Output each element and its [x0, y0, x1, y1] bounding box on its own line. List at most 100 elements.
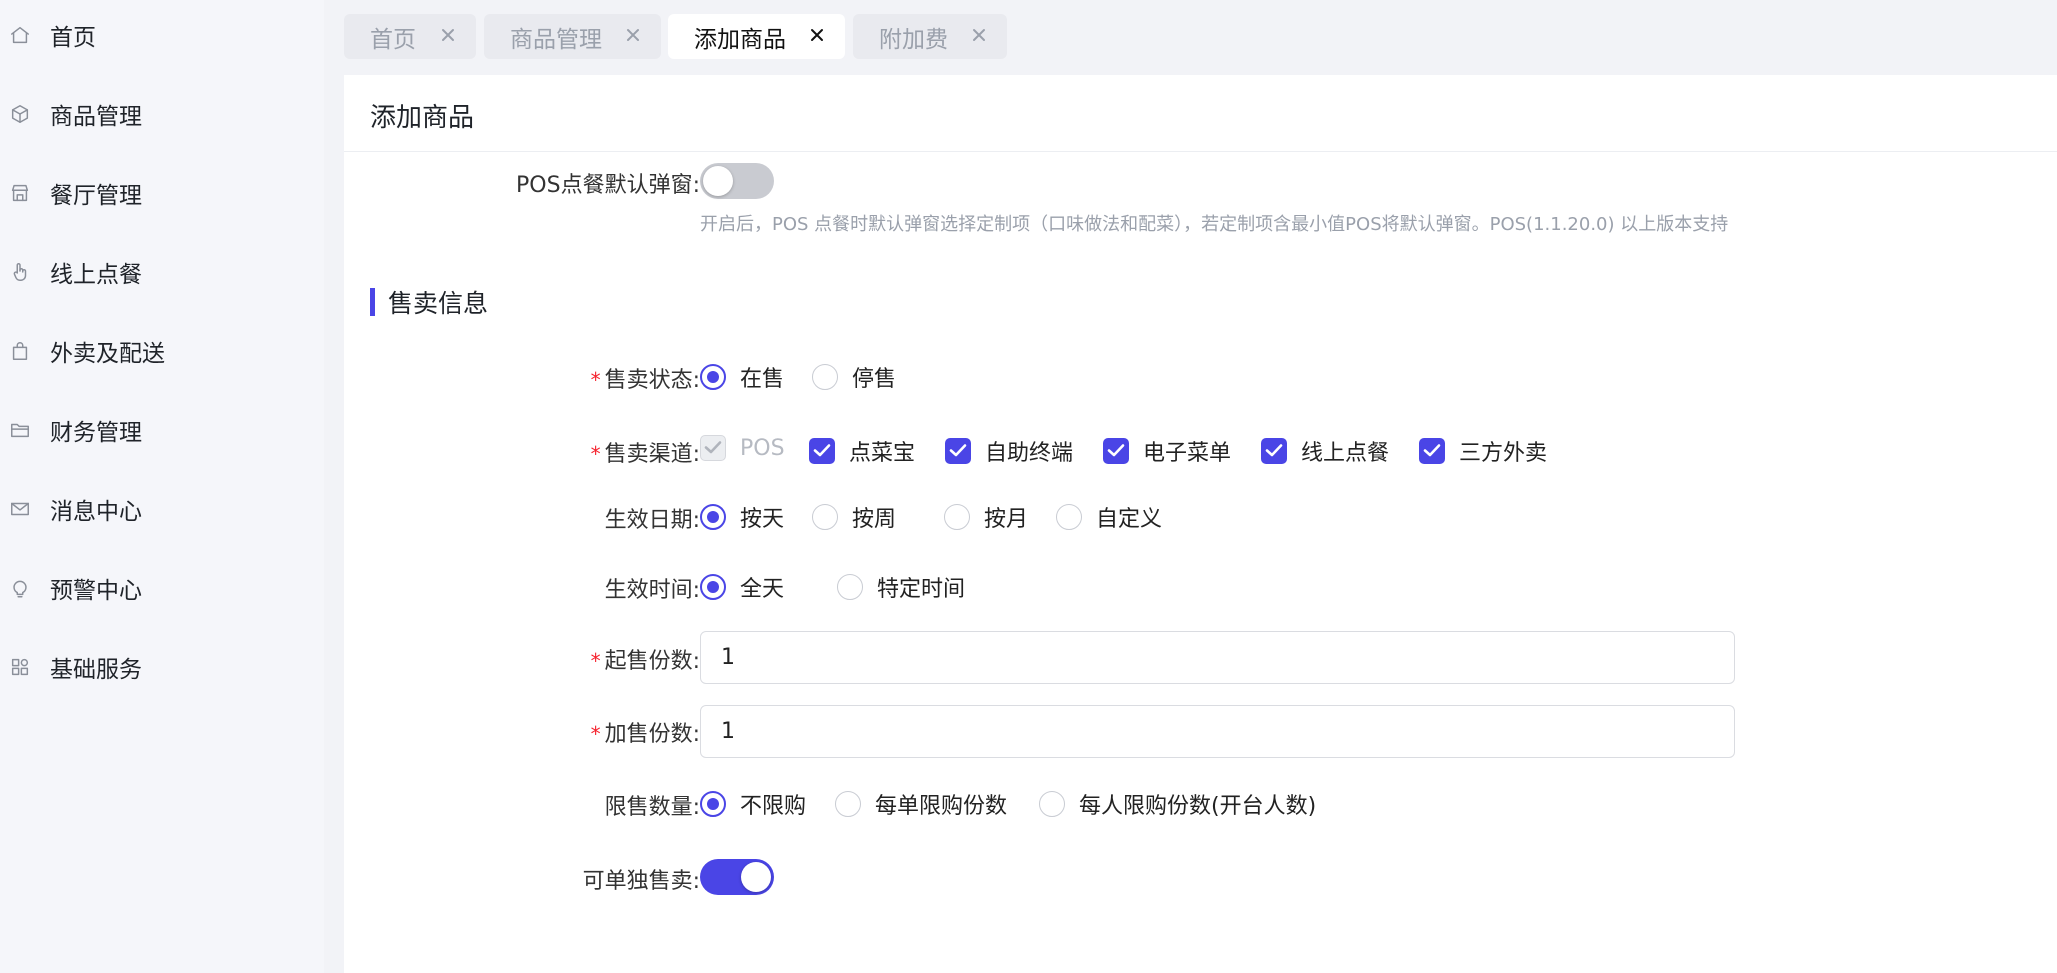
sidebar-item-label: 预警中心 [50, 578, 142, 604]
option-label: 不限购 [740, 794, 807, 819]
channel-checkbox-e-menu[interactable]: 电子菜单 [1103, 435, 1231, 467]
channel-checkbox-diancaibao[interactable]: 点菜宝 [809, 435, 915, 467]
radio-icon [700, 364, 726, 390]
option-label: 点菜宝 [849, 441, 916, 466]
effective-time-option-specific[interactable]: 特定时间 [837, 571, 965, 603]
effective-date-option-weekly[interactable]: 按周 [812, 501, 896, 533]
radio-icon [812, 364, 838, 390]
sidebar-item-label: 财务管理 [50, 420, 142, 446]
checkbox-icon [1103, 438, 1129, 464]
sidebar-item-alerts[interactable]: 预警中心 [0, 558, 324, 618]
sale-status-option-off-sale[interactable]: 停售 [812, 361, 896, 393]
sidebar-item-finance[interactable]: 财务管理 [0, 400, 324, 460]
option-label: 按天 [740, 507, 785, 532]
sidebar-item-online-order[interactable]: 线上点餐 [0, 242, 324, 302]
effective-date-option-monthly[interactable]: 按月 [944, 501, 1028, 533]
required-mark: * [590, 649, 601, 673]
effective-date-option-custom[interactable]: 自定义 [1056, 501, 1162, 533]
required-mark: * [590, 722, 601, 746]
lightbulb-icon [8, 576, 32, 600]
sale-channel-label-text: 售卖渠道: [604, 442, 700, 467]
min-qty-label-text: 起售份数: [604, 649, 700, 674]
close-icon[interactable] [805, 23, 829, 47]
panel-header: 添加商品 [344, 75, 2057, 152]
sidebar-item-delivery[interactable]: 外卖及配送 [0, 321, 324, 381]
close-icon[interactable] [436, 23, 460, 47]
section-title: 售卖信息 [370, 287, 489, 318]
switch-knob [703, 166, 733, 196]
checkbox-icon [1261, 438, 1287, 464]
section-title-text: 售卖信息 [388, 289, 489, 318]
limit-qty-option-unlimited[interactable]: 不限购 [700, 788, 806, 820]
sidebar-item-messages[interactable]: 消息中心 [0, 479, 324, 539]
switch-knob [741, 862, 771, 892]
channel-checkbox-kiosk[interactable]: 自助终端 [945, 435, 1073, 467]
sidebar-item-products[interactable]: 商品管理 [0, 84, 324, 144]
effective-time-label: 生效时间: [604, 578, 700, 603]
option-label: 按周 [852, 507, 897, 532]
add-qty-label: * 加售份数: [591, 716, 700, 748]
close-icon[interactable] [967, 23, 991, 47]
effective-time-option-all-day[interactable]: 全天 [700, 571, 784, 603]
sidebar-item-label: 餐厅管理 [50, 183, 142, 209]
sidebar-item-label: 商品管理 [50, 104, 142, 130]
mail-icon [8, 497, 32, 521]
folder-icon [8, 418, 32, 442]
limit-qty-option-per-person[interactable]: 每人限购份数(开台人数) [1039, 788, 1316, 820]
section-bar [370, 288, 375, 316]
option-label: 每单限购份数 [875, 794, 1008, 819]
option-label: 自助终端 [985, 441, 1074, 466]
tab-surcharge[interactable]: 附加费 [853, 14, 1007, 59]
sidebar-item-basic-services[interactable]: 基础服务 [0, 637, 324, 697]
add-qty-input[interactable] [700, 705, 1735, 758]
required-mark: * [590, 368, 601, 392]
pos-popup-switch[interactable] [700, 163, 774, 199]
store-icon [8, 181, 32, 205]
option-label: 在售 [740, 367, 785, 392]
checkbox-icon [700, 435, 726, 461]
channel-checkbox-third-party-delivery[interactable]: 三方外卖 [1419, 435, 1547, 467]
main-panel: 添加商品 POS点餐默认弹窗: 开启后，POS 点餐时默认弹窗选择定制项（口味做… [344, 75, 2057, 973]
required-mark: * [590, 442, 601, 466]
tab-label: 添加商品 [694, 26, 786, 53]
sidebar-item-restaurant[interactable]: 餐厅管理 [0, 163, 324, 223]
page-title: 添加商品 [370, 103, 475, 133]
close-icon[interactable] [621, 23, 645, 47]
tab-home[interactable]: 首页 [344, 14, 476, 59]
sale-channel-label: * 售卖渠道: [591, 436, 700, 468]
home-icon [8, 23, 32, 47]
sidebar: 首页 商品管理 餐厅管理 线上点餐 外卖及配送 财务管理 消息中心 预警中心 基… [0, 0, 324, 973]
effective-date-option-daily[interactable]: 按天 [700, 501, 784, 533]
sidebar-item-home[interactable]: 首页 [0, 5, 324, 65]
shopping-bag-icon [8, 339, 32, 363]
radio-icon [1039, 791, 1065, 817]
limit-qty-label: 限售数量: [604, 795, 700, 820]
tab-add-product[interactable]: 添加商品 [668, 14, 845, 59]
sale-status-label-text: 售卖状态: [604, 368, 700, 393]
pos-popup-label: POS点餐默认弹窗: [516, 173, 700, 198]
sale-status-option-on-sale[interactable]: 在售 [700, 361, 784, 393]
option-label: 每人限购份数(开台人数) [1079, 794, 1317, 819]
radio-icon [1056, 504, 1082, 530]
radio-icon [700, 504, 726, 530]
sidebar-item-label: 线上点餐 [50, 262, 142, 288]
min-qty-input[interactable] [700, 631, 1735, 684]
pos-popup-hint: 开启后，POS 点餐时默认弹窗选择定制项（口味做法和配菜），若定制项含最小值PO… [700, 214, 1729, 235]
radio-icon [700, 791, 726, 817]
tab-products[interactable]: 商品管理 [484, 14, 661, 59]
option-label: 三方外卖 [1459, 441, 1548, 466]
add-qty-label-text: 加售份数: [604, 722, 700, 747]
channel-checkbox-online-order[interactable]: 线上点餐 [1261, 435, 1389, 467]
tab-label: 附加费 [879, 26, 948, 53]
sell-alone-switch[interactable] [700, 859, 774, 895]
sale-status-label: * 售卖状态: [591, 362, 700, 394]
sell-alone-label: 可单独售卖: [582, 869, 700, 894]
sidebar-item-label: 首页 [50, 25, 96, 51]
limit-qty-option-per-order[interactable]: 每单限购份数 [835, 788, 1007, 820]
radio-icon [944, 504, 970, 530]
radio-icon [700, 574, 726, 600]
option-label: 特定时间 [877, 577, 966, 602]
channel-checkbox-pos[interactable]: POS [700, 435, 785, 461]
option-label: 线上点餐 [1301, 441, 1390, 466]
sidebar-item-label: 消息中心 [50, 499, 142, 525]
